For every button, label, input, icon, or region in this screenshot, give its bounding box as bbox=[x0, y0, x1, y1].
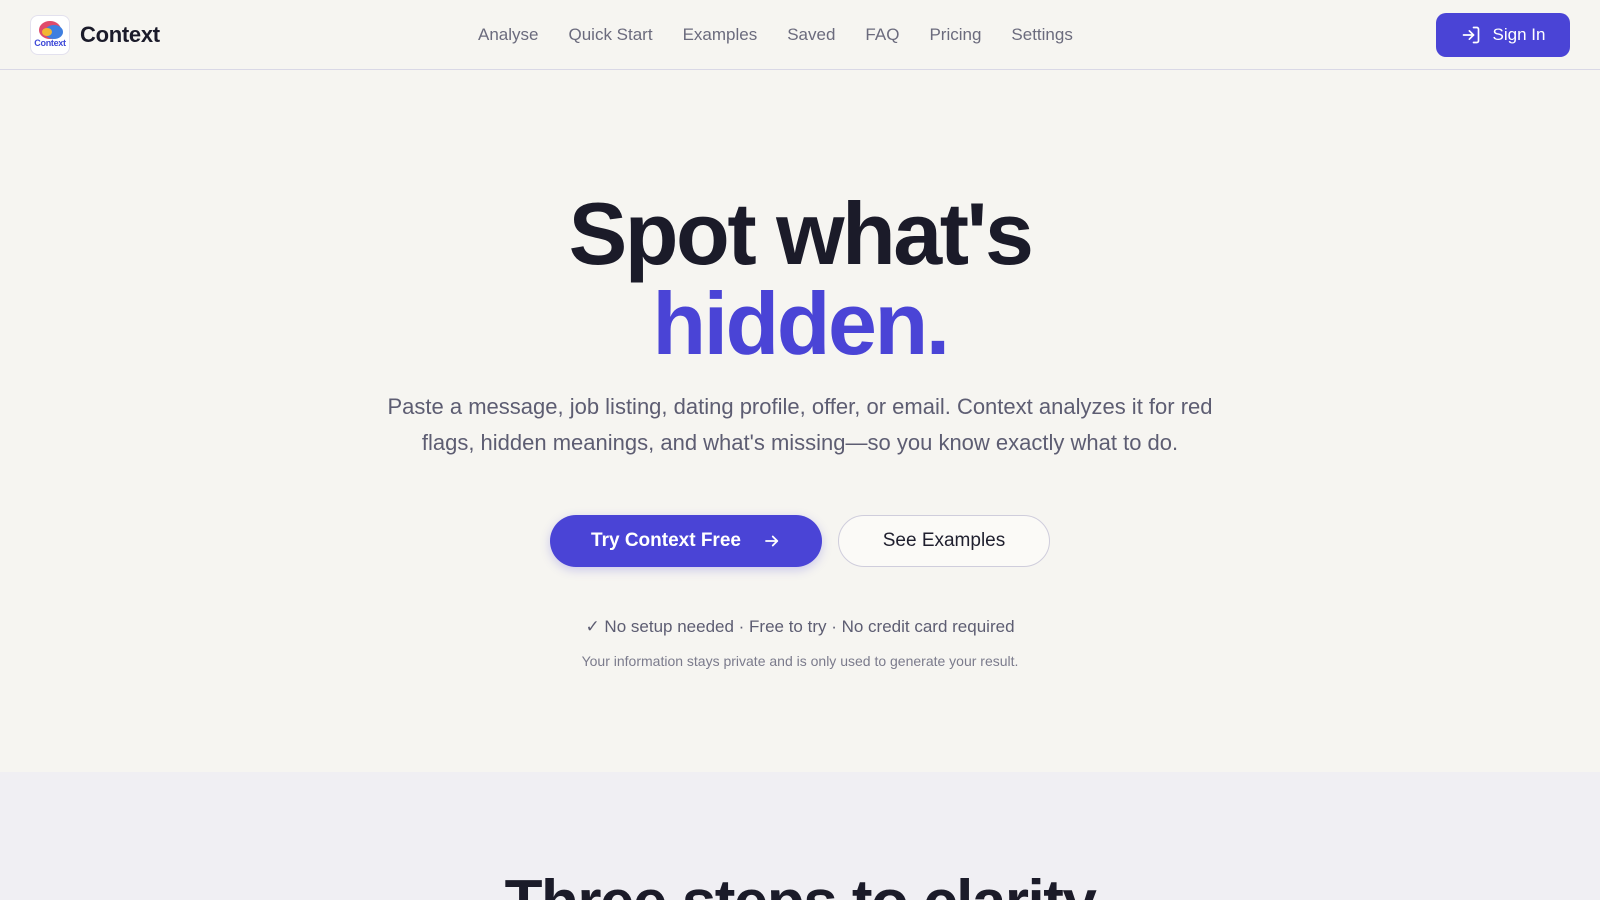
brand-home-link[interactable]: Context Context bbox=[30, 15, 160, 55]
nav-link-quick-start[interactable]: Quick Start bbox=[568, 20, 652, 50]
steps-section-title: Three steps to clarity bbox=[0, 868, 1600, 900]
top-navigation-bar: Context Context Analyse Quick Start Exam… bbox=[0, 0, 1600, 70]
nav-link-pricing[interactable]: Pricing bbox=[929, 20, 981, 50]
context-logo: Context bbox=[30, 15, 70, 55]
see-examples-button[interactable]: See Examples bbox=[838, 515, 1050, 567]
assurance-note: ✓ No setup needed · Free to try · No cre… bbox=[585, 617, 1015, 636]
headline-line-2-accent: hidden. bbox=[652, 274, 950, 373]
hero-cta-group: Try Context Free See Examples bbox=[0, 515, 1600, 567]
hero-headline: Spot what's hidden. bbox=[0, 189, 1600, 369]
try-context-free-label: Try Context Free bbox=[591, 530, 741, 551]
sign-in-button[interactable]: Sign In bbox=[1436, 13, 1570, 57]
nav-link-saved[interactable]: Saved bbox=[787, 20, 835, 50]
brand-name: Context bbox=[80, 22, 160, 47]
privacy-note: Your information stays private and is on… bbox=[581, 653, 1019, 669]
headline-line-1: Spot what's bbox=[568, 184, 1034, 283]
hero-subtitle: Paste a message, job listing, dating pro… bbox=[387, 394, 1213, 455]
try-context-free-button[interactable]: Try Context Free bbox=[550, 515, 822, 567]
nav-link-faq[interactable]: FAQ bbox=[865, 20, 899, 50]
arrow-right-icon bbox=[765, 535, 779, 547]
sign-in-icon bbox=[1462, 26, 1479, 44]
nav-link-examples[interactable]: Examples bbox=[683, 20, 758, 50]
nav-link-analyse[interactable]: Analyse bbox=[478, 20, 538, 50]
steps-section: Three steps to clarity bbox=[0, 772, 1600, 900]
logo-wordmark: Context bbox=[34, 38, 66, 48]
sign-in-label: Sign In bbox=[1492, 25, 1546, 44]
main-nav: Analyse Quick Start Examples Saved FAQ P… bbox=[478, 20, 1103, 50]
nav-link-settings[interactable]: Settings bbox=[1011, 20, 1072, 50]
hero-section: Spot what's hidden. Paste a message, job… bbox=[0, 71, 1600, 772]
